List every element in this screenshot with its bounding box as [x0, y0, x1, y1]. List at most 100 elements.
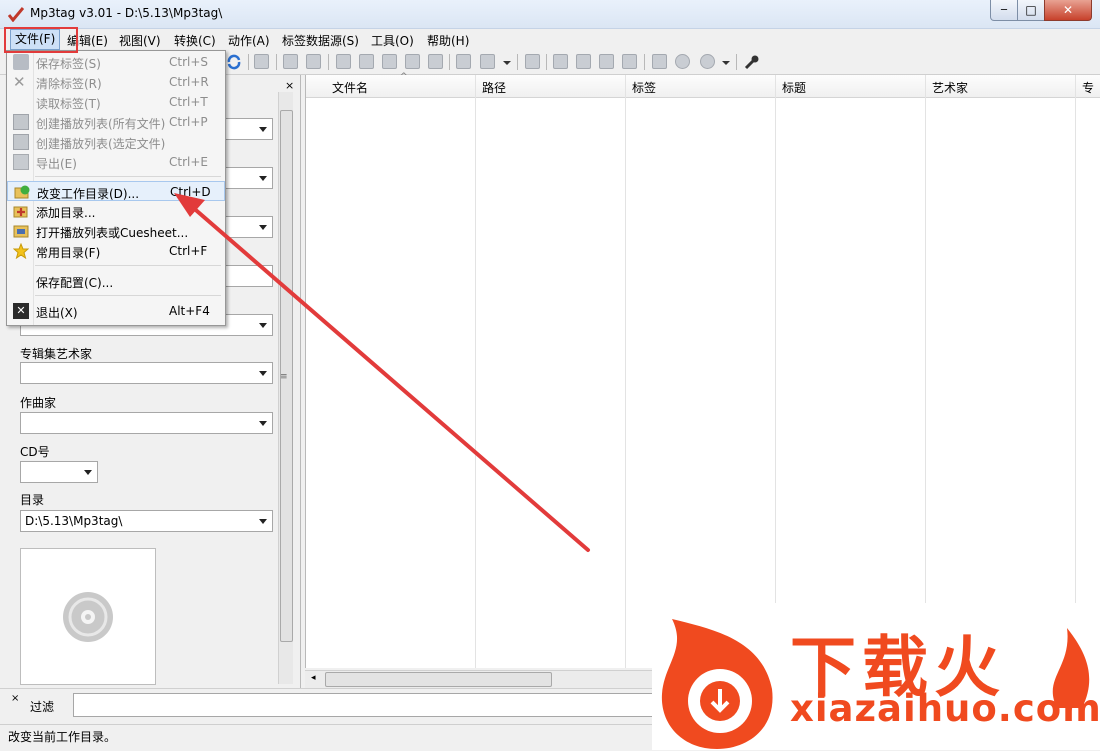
- favorite-star-icon: [13, 243, 29, 259]
- menu-convert[interactable]: 转换(C): [174, 32, 216, 49]
- wrench-icon[interactable]: [744, 54, 760, 70]
- menu-item-shortcut: Ctrl+F: [169, 244, 208, 258]
- menu-item-label: 保存配置(C)...: [36, 276, 114, 290]
- menu-item-remove-tag[interactable]: ✕ 清除标签(R) Ctrl+R: [7, 72, 225, 92]
- chevron-down-icon: [259, 176, 267, 181]
- directory-combo[interactable]: D:\5.13\Mp3tag\: [20, 510, 273, 532]
- tag-filename-icon[interactable]: [336, 54, 351, 69]
- open-playlist-icon: [13, 225, 29, 238]
- menu-item-create-playlist-all[interactable]: 创建播放列表(所有文件) Ctrl+P: [7, 112, 225, 132]
- composer-label: 作曲家: [20, 396, 57, 410]
- cover-art-box[interactable]: [20, 548, 156, 685]
- close-filter-icon[interactable]: ×: [11, 693, 19, 704]
- tag-tag-icon[interactable]: [428, 54, 443, 69]
- playlist-toolbar-icon[interactable]: [576, 54, 591, 69]
- chevron-down-icon[interactable]: [722, 61, 730, 65]
- minimize-button[interactable]: ─: [990, 0, 1018, 21]
- column-tag[interactable]: 标签: [626, 75, 776, 668]
- playlist-selected-toolbar-icon[interactable]: [599, 54, 614, 69]
- chevron-down-icon: [259, 127, 267, 132]
- menu-tag-sources[interactable]: 标签数据源(S): [282, 32, 359, 49]
- copy-tag-icon[interactable]: [283, 54, 298, 69]
- album-artist-combo[interactable]: [20, 362, 273, 384]
- column-artist[interactable]: 艺术家: [926, 75, 1076, 668]
- edit-icon[interactable]: [525, 54, 540, 69]
- refresh-icon[interactable]: [226, 54, 242, 70]
- sort-ascending-icon: ^: [400, 72, 408, 82]
- case-conversion-icon[interactable]: [456, 54, 471, 69]
- file-list[interactable]: 文件名 ^ 路径 标签 标题 艺术家 专: [305, 72, 1100, 668]
- chevron-left-icon[interactable]: ◂: [311, 673, 316, 683]
- paste-tag-icon[interactable]: [306, 54, 321, 69]
- minimize-icon: ─: [1000, 4, 1008, 16]
- menu-item-label: 创建播放列表(选定文件): [36, 137, 166, 151]
- title-bar: Mp3tag v3.01 - D:\5.13\Mp3tag\ ─ □ ✕: [0, 0, 1100, 29]
- menu-item-label: 创建播放列表(所有文件): [36, 117, 166, 131]
- text-file-tag-icon[interactable]: [405, 54, 420, 69]
- menu-action[interactable]: 动作(A): [228, 32, 270, 49]
- chevron-down-icon: [259, 421, 267, 426]
- menu-item-exit[interactable]: ✕ 退出(X) Alt+F4: [7, 301, 225, 321]
- annotation-highlight-box: [4, 27, 78, 53]
- menu-view[interactable]: 视图(V): [119, 32, 161, 49]
- chevron-down-icon: [259, 323, 267, 328]
- menu-tools[interactable]: 工具(O): [371, 32, 414, 49]
- menu-item-shortcut: Ctrl+P: [169, 115, 208, 129]
- filename-filename-icon[interactable]: [382, 54, 397, 69]
- menu-item-shortcut: Ctrl+S: [169, 55, 209, 69]
- chevron-down-icon: [259, 519, 267, 524]
- chevron-down-icon[interactable]: [503, 61, 511, 65]
- cd-number-label: CD号: [20, 445, 50, 459]
- playlist-selected-icon: [13, 134, 29, 150]
- menu-item-shortcut: Ctrl+R: [169, 75, 209, 89]
- composer-combo[interactable]: [20, 412, 273, 434]
- menu-item-save-tag[interactable]: 保存标签(S) Ctrl+S: [7, 52, 225, 72]
- menu-help[interactable]: 帮助(H): [427, 32, 469, 49]
- web-source-icon[interactable]: [675, 54, 690, 69]
- column-album[interactable]: 专: [1076, 75, 1100, 668]
- menu-item-favorite-directories[interactable]: 常用目录(F) Ctrl+F: [7, 241, 225, 261]
- menu-item-save-config[interactable]: 保存配置(C)...: [7, 271, 225, 291]
- filter-label: 过滤: [30, 700, 55, 714]
- maximize-icon: □: [1025, 3, 1037, 17]
- column-title: 路径: [482, 81, 507, 95]
- file-list-hscroll-thumb[interactable]: [325, 672, 552, 687]
- menu-item-read-tag[interactable]: 读取标签(T) Ctrl+T: [7, 92, 225, 112]
- freedb-icon[interactable]: [652, 54, 667, 69]
- column-path[interactable]: 路径: [476, 75, 626, 668]
- column-title: 标签: [632, 81, 657, 95]
- close-panel-icon[interactable]: ×: [285, 79, 294, 92]
- column-title[interactable]: 标题: [776, 75, 926, 668]
- menu-item-label: 添加目录...: [36, 206, 96, 220]
- column-title: 专: [1082, 81, 1095, 95]
- menu-item-create-playlist-selected[interactable]: 创建播放列表(选定文件): [7, 132, 225, 152]
- chevron-down-icon: [84, 470, 92, 475]
- filename-tag-icon[interactable]: [359, 54, 374, 69]
- menu-item-change-directory[interactable]: 改变工作目录(D)... Ctrl+D: [7, 181, 225, 201]
- remove-tag-icon: ✕: [13, 73, 26, 91]
- menu-item-open-playlist[interactable]: 打开播放列表或Cuesheet...: [7, 221, 225, 241]
- cd-source-icon[interactable]: [700, 54, 715, 69]
- font-icon[interactable]: [480, 54, 495, 69]
- menu-item-export[interactable]: 导出(E) Ctrl+E: [7, 152, 225, 172]
- maximize-button[interactable]: □: [1017, 0, 1045, 21]
- column-filename[interactable]: 文件名 ^: [326, 72, 476, 668]
- tag-panel-icon[interactable]: [254, 54, 269, 69]
- chevron-down-icon: [259, 225, 267, 230]
- menu-item-label: 读取标签(T): [36, 97, 101, 111]
- menu-item-add-directory[interactable]: 添加目录...: [7, 201, 225, 221]
- numbering-icon[interactable]: [622, 54, 637, 69]
- menu-item-label: 退出(X): [36, 306, 78, 320]
- menu-item-label: 清除标签(R): [36, 77, 102, 91]
- menu-item-shortcut: Ctrl+D: [170, 185, 211, 199]
- export-list-icon[interactable]: [553, 54, 568, 69]
- status-text: 改变当前工作目录。: [8, 730, 117, 744]
- menu-item-shortcut: Alt+F4: [169, 304, 210, 318]
- playlist-icon: [13, 114, 29, 130]
- close-icon: ✕: [1062, 3, 1074, 17]
- cd-number-combo[interactable]: [20, 461, 98, 483]
- close-button[interactable]: ✕: [1044, 0, 1092, 21]
- directory-label: 目录: [20, 493, 45, 507]
- filter-input[interactable]: [73, 693, 653, 717]
- mp3tag-app-icon: [8, 7, 24, 22]
